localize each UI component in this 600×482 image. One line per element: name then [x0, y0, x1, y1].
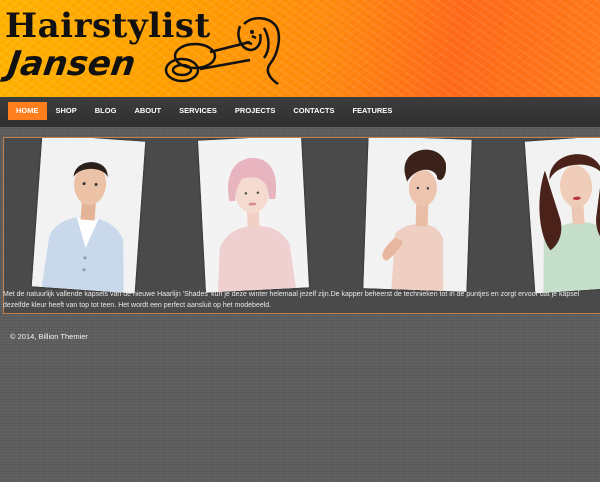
nav-item-home[interactable]: HOME — [8, 102, 47, 120]
nav-item-blog[interactable]: BLOG — [86, 102, 126, 120]
nav-item-shop[interactable]: SHOP — [47, 102, 86, 120]
model-curls-image — [524, 138, 600, 294]
nav-item-contacts[interactable]: CONTACTS — [284, 102, 343, 120]
slider-caption: Met de natuurlijk vallende kapsels van d… — [3, 291, 580, 309]
scissors-stylist-icon — [164, 17, 281, 86]
slider-photo-man[interactable] — [31, 138, 146, 294]
logo-subtitle[interactable]: Jansen — [5, 44, 138, 84]
photo-slider[interactable] — [3, 137, 600, 314]
model-updo-image — [363, 138, 472, 292]
slider-photo-curls[interactable] — [524, 138, 600, 294]
slider-photo-pink-bob[interactable] — [198, 138, 309, 293]
nav-menu: HOME SHOP BLOG ABOUT SERVICES PROJECTS C… — [8, 102, 401, 120]
nav-item-services[interactable]: SERVICES — [170, 102, 226, 120]
main-navigation: HOME SHOP BLOG ABOUT SERVICES PROJECTS C… — [0, 97, 600, 127]
nav-item-features[interactable]: FEATURES — [343, 102, 401, 120]
model-man-image — [31, 138, 146, 294]
footer-copyright: © 2014, Billion Themier — [10, 332, 88, 341]
slider-photo-updo[interactable] — [363, 138, 472, 292]
model-pink-bob-image — [198, 138, 309, 293]
nav-item-about[interactable]: ABOUT — [125, 102, 170, 120]
nav-item-projects[interactable]: PROJECTS — [226, 102, 284, 120]
site-header: Hairstylist Jansen — [0, 0, 600, 97]
